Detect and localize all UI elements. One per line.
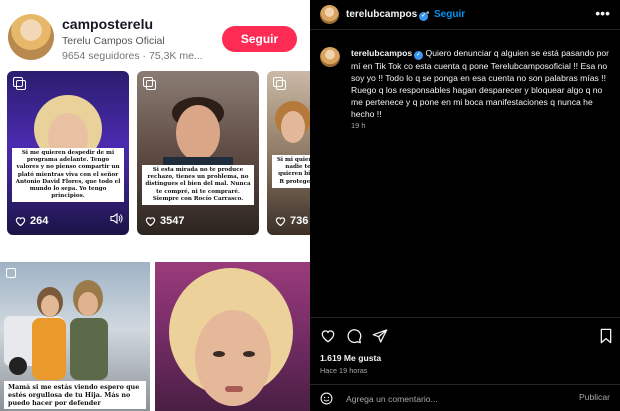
comment-bubble-icon[interactable]: [346, 328, 362, 344]
like-count: 3547: [160, 215, 185, 227]
share-send-icon[interactable]: [372, 328, 388, 344]
heart-icon: [275, 216, 286, 226]
separator-dot: •: [426, 8, 430, 19]
tiktok-profile-panel: camposterelu Terelu Campos Oficial 9654 …: [0, 0, 310, 411]
caption-username[interactable]: terelubcampos: [351, 48, 412, 58]
heart-icon: [145, 216, 156, 226]
publish-button[interactable]: Publicar: [579, 392, 610, 402]
thumbnail-image: [163, 97, 233, 167]
bookmark-icon[interactable]: [598, 328, 614, 344]
actions-divider: [310, 317, 620, 318]
instagram-post-panel: terelubcampos ✓ • Seguir ••• terelubcampo…: [310, 0, 620, 411]
video-likes: 264: [15, 215, 48, 227]
comment-input-row: Publicar: [310, 387, 620, 411]
profile-display-name: Terelu Campos Oficial: [62, 35, 165, 47]
caption-avatar[interactable]: [320, 47, 340, 67]
video-caption: Si mi quieren nadie te quieren bien R pr…: [272, 155, 310, 188]
header-username[interactable]: terelubcampos ✓: [346, 9, 429, 21]
photo-tile[interactable]: Mamá si me estás viendo espero que estés…: [0, 262, 150, 411]
caption-body: Quiero denunciar q alguien se está pasan…: [351, 48, 609, 120]
heart-icon: [15, 216, 26, 226]
comment-input[interactable]: [346, 392, 546, 406]
header-avatar[interactable]: [320, 5, 339, 24]
action-bar: [320, 328, 612, 344]
input-divider: [310, 384, 620, 385]
like-count: 264: [30, 215, 49, 227]
video-tile[interactable]: Si me quieren despedir de mi programa ad…: [7, 71, 129, 235]
thumbnail-image: [169, 268, 293, 406]
profile-username: camposterelu: [62, 16, 154, 32]
speaker-icon[interactable]: [110, 212, 123, 227]
more-options-icon[interactable]: •••: [595, 5, 610, 21]
video-tile[interactable]: Si mi quieren nadie te quieren bien R pr…: [267, 71, 310, 235]
likes-count[interactable]: 1.619 Me gusta: [320, 353, 381, 363]
header-username-text[interactable]: terelubcampos: [346, 9, 417, 20]
header-follow-button[interactable]: Seguir: [434, 9, 465, 20]
profile-avatar[interactable]: [8, 14, 54, 60]
thumbnail-image: [4, 280, 108, 380]
video-likes: 736: [275, 215, 308, 227]
video-caption: Si esta mirada no te produce rechazo, ti…: [142, 165, 254, 206]
carousel-icon: [273, 77, 286, 90]
emoji-icon[interactable]: [320, 392, 333, 405]
video-caption: Si me quieren despedir de mi programa ad…: [12, 148, 124, 203]
follow-button[interactable]: Seguir: [222, 26, 297, 52]
like-heart-icon[interactable]: [320, 328, 336, 344]
thumbnail-image: [275, 101, 310, 143]
carousel-icon: [13, 77, 26, 90]
carousel-icon: [143, 77, 156, 90]
photo-tile[interactable]: [155, 262, 310, 411]
photo-caption: Mamá si me estás viendo espero que estés…: [4, 381, 146, 409]
verified-badge-icon: ✓: [414, 51, 424, 60]
profile-stats: 9654 seguidores · 75,3K me...: [62, 50, 203, 62]
like-count: 736: [290, 215, 309, 227]
caption-timestamp: 19 h: [351, 121, 366, 130]
video-tile[interactable]: Si esta mirada no te produce rechazo, ti…: [137, 71, 259, 235]
video-likes: 3547: [145, 215, 184, 227]
post-caption: terelubcampos ✓ Quiero denunciar q alguie…: [351, 47, 611, 120]
header-divider: [310, 29, 620, 30]
post-timestamp: Hace 19 horas: [320, 366, 368, 375]
